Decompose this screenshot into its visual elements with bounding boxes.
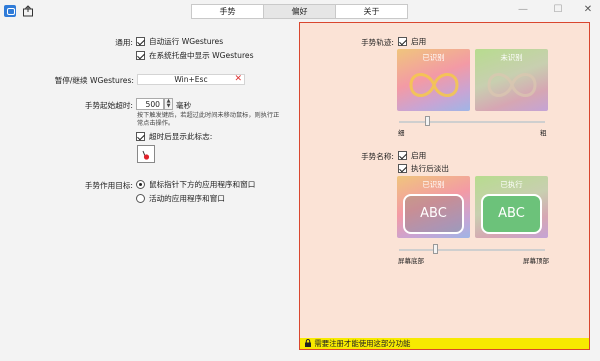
timeout-label: 手势起始超时:: [84, 101, 133, 110]
trail-recognized-icon: [409, 73, 459, 97]
trail-enable-label: 启用: [411, 37, 427, 46]
target-option-pointer[interactable]: 鼠标指针下方的应用程序和窗口: [136, 179, 255, 190]
trail-unrecognized-preview: 未识别: [475, 49, 548, 111]
target-active-radio[interactable]: [136, 194, 145, 203]
trail-width-slider[interactable]: [399, 121, 545, 123]
name-executed-sample: ABC: [481, 194, 542, 234]
tab-gestures[interactable]: 手势: [192, 5, 264, 18]
target-active-label: 活动的应用程序和窗口: [149, 194, 225, 203]
name-enable-check[interactable]: [398, 151, 407, 160]
trail-recognized-label: 已识别: [422, 53, 445, 62]
target-pointer-radio[interactable]: [136, 180, 145, 189]
lock-icon: [305, 339, 311, 347]
name-position-slider-thumb[interactable]: [432, 244, 438, 254]
maximize-button[interactable]: ☐: [550, 3, 566, 17]
stepper-down-icon[interactable]: ▼: [165, 104, 172, 109]
autostart-checkbox[interactable]: 自动运行 WGestures: [136, 36, 223, 47]
timeout-icon-picker[interactable]: [137, 145, 155, 163]
trail-recognized-preview: 已识别: [397, 49, 470, 111]
name-recognized-preview: 已识别 ABC: [397, 176, 470, 238]
trail-label: 手势轨迹:: [361, 38, 394, 47]
name-recognized-label: 已识别: [422, 180, 445, 189]
pause-label: 暂停/继续 WGestures:: [54, 76, 134, 85]
hotkey-value: Win+Esc: [174, 75, 208, 84]
name-enable-checkbox[interactable]: 启用: [398, 150, 426, 161]
trail-enable-checkbox[interactable]: 启用: [398, 36, 426, 47]
name-label: 手势名称:: [361, 152, 394, 161]
name-executed-label: 已执行: [500, 180, 523, 189]
tray-checkbox[interactable]: 在系统托盘中显示 WGestures: [136, 50, 254, 61]
fadeout-checkbox[interactable]: 执行后淡出: [398, 163, 449, 174]
tab-preferences[interactable]: 偏好: [264, 5, 336, 18]
name-enable-label: 启用: [411, 151, 427, 160]
show-icon-check[interactable]: [136, 132, 145, 141]
mouse-indicator-icon: [142, 150, 150, 160]
name-top-label: 屏幕顶部: [523, 257, 549, 265]
autostart-check[interactable]: [136, 37, 145, 46]
general-label: 通用:: [115, 38, 133, 47]
trail-unrecognized-icon: [487, 73, 537, 97]
name-position-slider[interactable]: [399, 249, 545, 251]
timeout-input[interactable]: 500: [136, 98, 164, 110]
trail-width-slider-thumb[interactable]: [425, 116, 431, 126]
timeout-unit: 毫秒: [176, 101, 192, 110]
trail-enable-check[interactable]: [398, 37, 407, 46]
registration-notice: 需要注册才能使用这部分功能: [299, 338, 590, 350]
target-option-active[interactable]: 活动的应用程序和窗口: [136, 193, 225, 204]
target-label: 手势作用目标:: [84, 181, 133, 190]
trail-thin-label: 细: [398, 129, 405, 137]
fadeout-check[interactable]: [398, 164, 407, 173]
show-icon-checkbox[interactable]: 超时后显示此标志:: [136, 131, 212, 142]
name-bottom-label: 屏幕底部: [398, 257, 424, 265]
trail-thick-label: 粗: [540, 129, 547, 137]
timeout-stepper[interactable]: ▲ ▼: [164, 98, 173, 110]
registration-notice-text: 需要注册才能使用这部分功能: [314, 339, 411, 348]
hotkey-input[interactable]: Win+Esc ✕: [137, 74, 245, 85]
autostart-label: 自动运行 WGestures: [149, 37, 224, 46]
tray-label: 在系统托盘中显示 WGestures: [149, 51, 254, 60]
timeout-description: 按下触发键后，若超过此时间未移动鼠标，则执行正常点击操作。: [137, 112, 280, 127]
target-pointer-label: 鼠标指针下方的应用程序和窗口: [149, 180, 256, 189]
tray-check[interactable]: [136, 51, 145, 60]
clear-hotkey-icon[interactable]: ✕: [234, 74, 242, 85]
tab-bar: 手势 偏好 关于: [191, 4, 408, 19]
export-icon[interactable]: [22, 5, 34, 17]
fadeout-label: 执行后淡出: [411, 164, 449, 173]
close-button[interactable]: ✕: [580, 3, 596, 17]
app-logo-icon: [4, 5, 16, 17]
tab-about[interactable]: 关于: [336, 5, 407, 18]
name-recognized-sample: ABC: [403, 194, 464, 234]
minimize-button[interactable]: —: [515, 3, 531, 17]
trail-unrecognized-label: 未识别: [500, 53, 523, 62]
name-executed-preview: 已执行 ABC: [475, 176, 548, 238]
show-icon-label: 超时后显示此标志:: [149, 132, 213, 141]
